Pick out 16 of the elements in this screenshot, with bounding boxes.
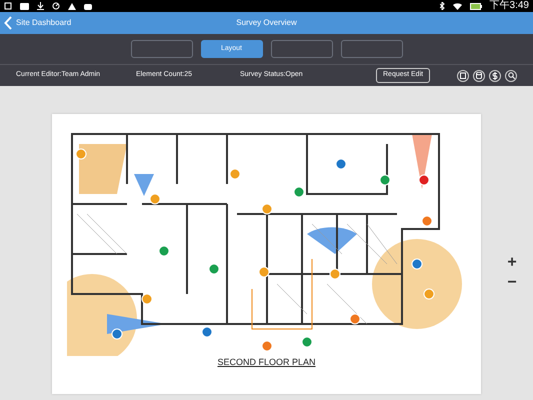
zoom-out-button[interactable]: − (503, 275, 521, 291)
download-icon (37, 2, 44, 10)
warning-icon (68, 2, 76, 10)
clipboard-icon[interactable] (457, 70, 469, 82)
search-icon[interactable] (505, 70, 517, 82)
gauge-icon (52, 2, 60, 10)
bluetooth-icon (440, 2, 445, 10)
battery-icon (470, 2, 482, 10)
zoom-in-button[interactable]: + (503, 255, 521, 271)
clock-time: 下午3:49 (490, 0, 529, 12)
wifi-icon (452, 2, 462, 10)
back-chevron-icon (4, 16, 12, 30)
screen-title: Survey Overview (236, 18, 297, 27)
dollar-icon[interactable] (489, 70, 501, 82)
database-icon[interactable] (473, 70, 485, 82)
floor-plan-title: SECOND FLOOR PLAN (217, 356, 316, 369)
